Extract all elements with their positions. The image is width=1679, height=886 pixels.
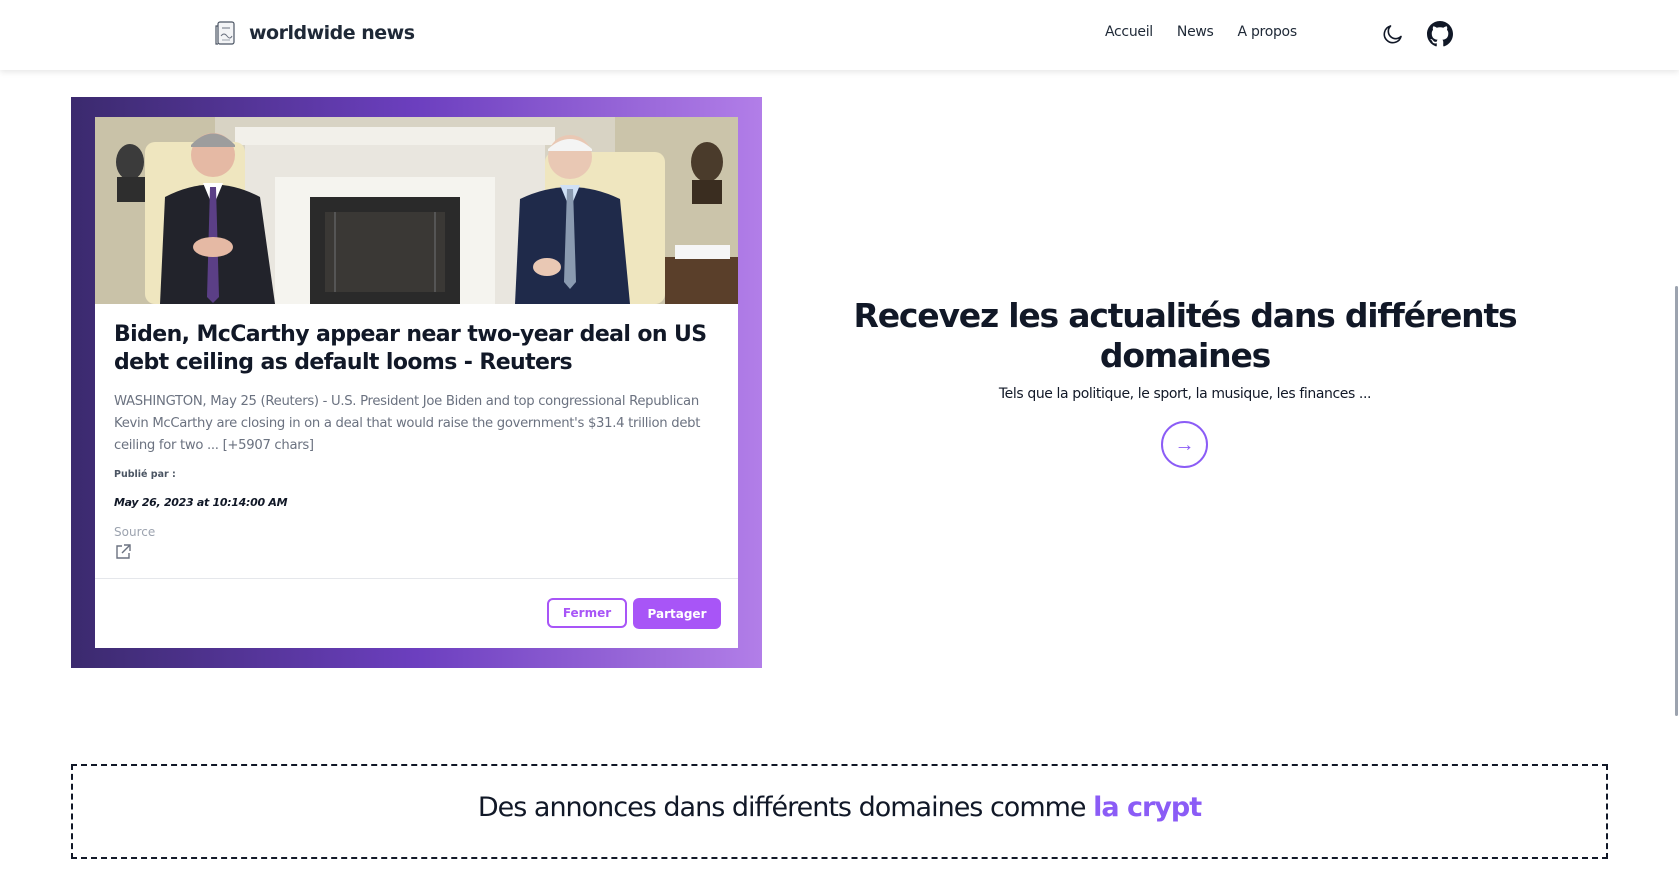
external-link-icon[interactable] <box>114 543 132 561</box>
close-button[interactable]: Fermer <box>547 598 627 628</box>
hero-title: Recevez les actualités dans différents d… <box>853 296 1518 375</box>
arrow-right-button[interactable]: → <box>1161 421 1208 468</box>
newspaper-icon <box>215 21 235 45</box>
article-title: Biden, McCarthy appear near two-year dea… <box>114 322 707 375</box>
banner-accent-text: la crypt <box>1093 792 1202 823</box>
banner-text: Des annonces dans différents domaines co… <box>477 792 1094 823</box>
brand-name: worldwide news <box>249 22 415 44</box>
brand-logo[interactable]: worldwide news <box>215 20 415 46</box>
article-photo <box>95 117 738 304</box>
nav-link-a-propos[interactable]: A propos <box>1238 24 1298 40</box>
scrollbar[interactable] <box>1675 286 1678 716</box>
article-description: WASHINGTON, May 25 (Reuters) - U.S. Pres… <box>114 394 701 453</box>
banner-text-line: Des annonces dans différents domaines co… <box>73 792 1606 823</box>
github-icon[interactable] <box>1427 21 1453 47</box>
article-card: Biden, McCarthy appear near two-year dea… <box>95 117 738 648</box>
moon-icon[interactable] <box>1381 22 1405 46</box>
nav-link-news[interactable]: News <box>1177 24 1214 40</box>
nav-links: Accueil News A propos <box>1105 24 1297 40</box>
published-date: May 26, 2023 at 10:14:00 AM <box>114 496 288 509</box>
navbar: worldwide news Accueil News A propos <box>0 0 1679 70</box>
share-button[interactable]: Partager <box>633 598 721 629</box>
nav-link-accueil[interactable]: Accueil <box>1105 24 1153 40</box>
source-label: Source <box>114 525 156 539</box>
announcement-banner: Des annonces dans différents domaines co… <box>71 764 1608 859</box>
published-by-label: Publié par : <box>114 469 176 480</box>
hero-subtitle: Tels que la politique, le sport, la musi… <box>998 386 1372 402</box>
card-divider <box>95 578 738 579</box>
